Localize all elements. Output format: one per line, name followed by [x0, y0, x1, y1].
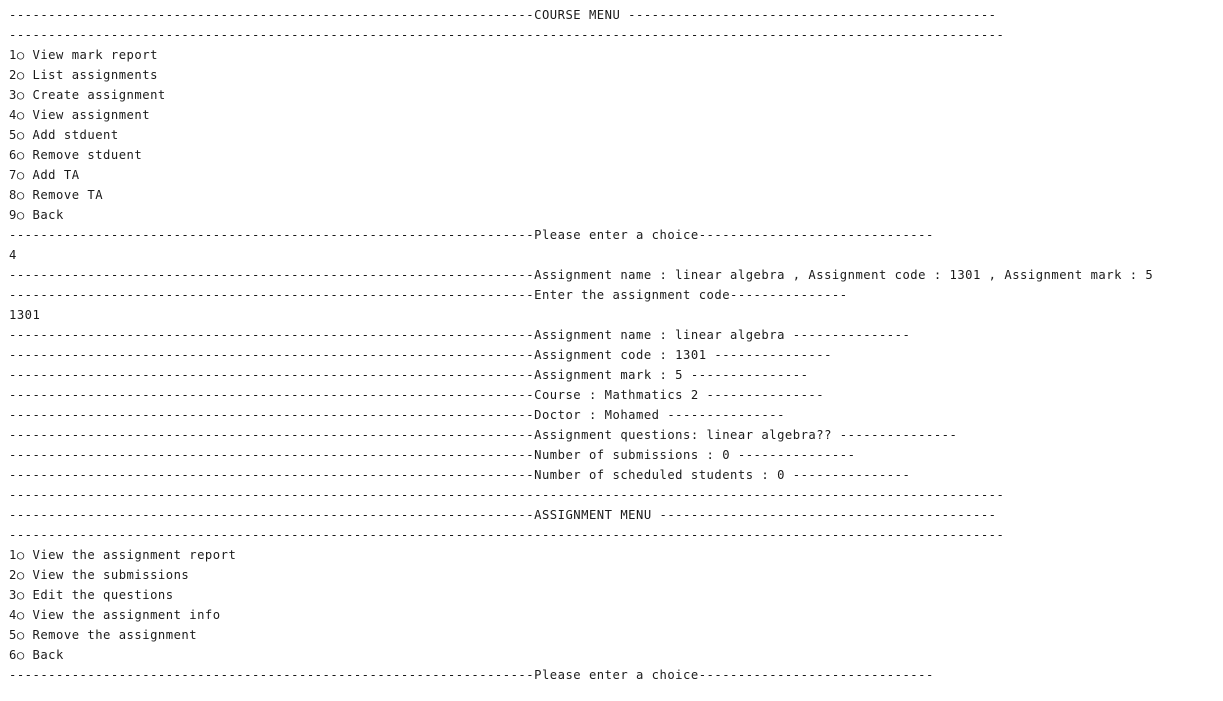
menu-option-remove-assignment: 5○ Remove the assignment [9, 628, 198, 642]
assignment-name-line: ----------------------------------------… [9, 328, 911, 342]
menu-option-view-assignment: 4○ View assignment [9, 108, 151, 122]
assignment-mark-line: ----------------------------------------… [9, 368, 809, 382]
user-input: 1301 [9, 308, 41, 322]
submissions-count-line: ----------------------------------------… [9, 448, 856, 462]
menu-option-add-student: 5○ Add stduent [9, 128, 119, 142]
console-output[interactable]: ----------------------------------------… [9, 5, 1219, 685]
choice-prompt: ----------------------------------------… [9, 668, 934, 682]
menu-option-back: 9○ Back [9, 208, 64, 222]
menu-option-create-assignment: 3○ Create assignment [9, 88, 166, 102]
doctor-line: ----------------------------------------… [9, 408, 785, 422]
menu-option-add-ta: 7○ Add TA [9, 168, 80, 182]
separator-line: ----------------------------------------… [9, 488, 1005, 502]
menu-option-remove-student: 6○ Remove stduent [9, 148, 143, 162]
assignment-menu-header: ----------------------------------------… [9, 508, 997, 522]
course-menu-header: ----------------------------------------… [9, 8, 997, 22]
menu-option-view-mark-report: 1○ View mark report [9, 48, 158, 62]
menu-option-view-assignment-report: 1○ View the assignment report [9, 548, 237, 562]
assignment-summary-line: ----------------------------------------… [9, 268, 1154, 282]
assignment-questions-line: ----------------------------------------… [9, 428, 958, 442]
menu-option-list-assignments: 2○ List assignments [9, 68, 158, 82]
menu-option-view-submissions: 2○ View the submissions [9, 568, 190, 582]
menu-option-view-assignment-info: 4○ View the assignment info [9, 608, 221, 622]
user-input: 4 [9, 248, 17, 262]
separator-line: ----------------------------------------… [9, 528, 1005, 542]
assignment-code-prompt: ----------------------------------------… [9, 288, 848, 302]
menu-option-edit-questions: 3○ Edit the questions [9, 588, 174, 602]
scheduled-students-line: ----------------------------------------… [9, 468, 911, 482]
course-line: ----------------------------------------… [9, 388, 825, 402]
separator-line: ----------------------------------------… [9, 28, 1005, 42]
assignment-code-line: ----------------------------------------… [9, 348, 832, 362]
menu-option-remove-ta: 8○ Remove TA [9, 188, 104, 202]
choice-prompt: ----------------------------------------… [9, 228, 934, 242]
menu-option-back: 6○ Back [9, 648, 64, 662]
